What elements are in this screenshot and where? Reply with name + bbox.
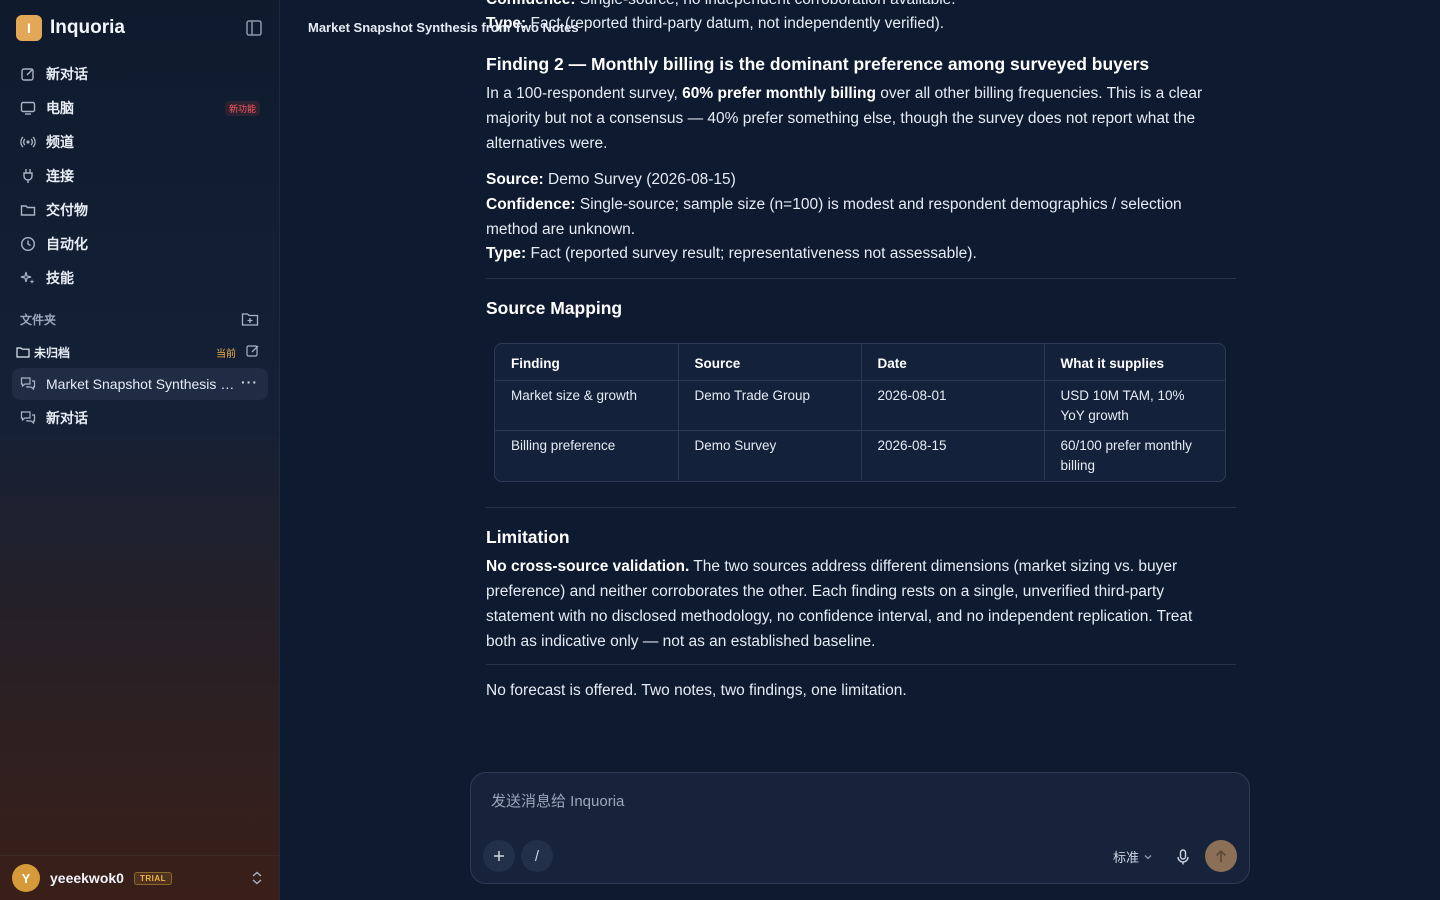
column-header: Finding <box>495 344 678 381</box>
source-mapping-table: Finding Source Date What it supplies Mar… <box>494 343 1226 482</box>
page-title: Market Snapshot Synthesis from Two Notes <box>308 20 579 35</box>
attach-button[interactable] <box>483 840 515 872</box>
table-cell: Demo Survey <box>677 430 861 480</box>
table-cell: 60/100 prefer monthly billing <box>1043 430 1225 480</box>
table-cell: Billing preference <box>495 430 678 480</box>
sidebar-item-label: 交付物 <box>46 202 88 218</box>
new-feature-badge: 新功能 <box>224 101 260 116</box>
message-input[interactable] <box>491 793 1191 810</box>
source-mapping-heading: Source Mapping <box>486 298 623 318</box>
sidebar-item-deliverables[interactable]: 交付物 <box>12 193 268 227</box>
slash-command-button[interactable]: / <box>521 840 553 872</box>
table-header-row: Finding Source Date What it supplies <box>495 344 1225 381</box>
brand[interactable]: I Inquoria <box>16 15 125 41</box>
sidebar-toggle-icon[interactable] <box>244 19 264 37</box>
divider <box>486 278 1236 279</box>
sidebar-item-label: 频道 <box>46 134 74 150</box>
type-label: Type: <box>486 245 527 262</box>
confidence-text: Single-source; sample size (n=100) is mo… <box>486 196 1182 238</box>
chevron-down-icon <box>1144 854 1152 859</box>
source-label: Source: <box>486 171 544 188</box>
current-folder-badge: 当前 <box>216 349 236 360</box>
sidebar-item-label: 自动化 <box>46 236 88 252</box>
mode-selector[interactable]: 标准 <box>1113 847 1153 866</box>
chat-bubbles-icon <box>20 377 36 391</box>
plan-badge: TRIAL <box>133 871 173 885</box>
sidebar-item-connections[interactable]: 连接 <box>12 159 268 193</box>
clock-icon <box>20 236 36 252</box>
plug-icon <box>23 169 33 183</box>
finding-2-text-start: In a 100-respondent survey, <box>486 85 683 102</box>
table-cell: Market size & growth <box>511 388 638 403</box>
microphone-icon[interactable] <box>1173 847 1193 867</box>
confidence-label: Confidence: <box>486 196 576 213</box>
folder-icon <box>16 347 30 358</box>
table-cell: 2026-08-15 <box>860 430 1044 480</box>
table-cell: 2026-08-01 <box>860 380 1044 431</box>
avatar: Y <box>12 864 40 892</box>
type-text: Fact (reported survey result; representa… <box>526 245 977 262</box>
confidence-text: Single-source; no independent corroborat… <box>576 0 956 8</box>
sidebar-item-label: 连接 <box>46 168 74 184</box>
arrow-up-icon <box>1215 849 1227 862</box>
finding-2-heading: Finding 2 — Monthly billing is the domin… <box>486 54 1150 74</box>
broadcast-icon <box>20 136 36 148</box>
table-row: Billing preference Demo Survey 2026-08-1… <box>495 430 1225 480</box>
table-row: Market size & growth Demo Trade Group 20… <box>495 380 1225 431</box>
sidebar: I Inquoria 新对话 电脑 新功能 频道 连接 交付物 自动化 技能 文… <box>0 0 280 900</box>
chevron-up-down-icon[interactable] <box>250 870 264 886</box>
divider <box>486 507 1236 508</box>
sidebar-item-new-chat[interactable]: 新对话 <box>12 57 268 91</box>
folders-section-title: 文件夹 <box>20 313 57 327</box>
sidebar-item-label: 电脑 <box>46 100 74 116</box>
column-header: What it supplies <box>1043 344 1225 381</box>
conversation-title: 新对话 <box>46 410 88 426</box>
plus-icon <box>494 851 504 861</box>
app-name: Inquoria <box>50 17 125 38</box>
table-cell: Demo Trade Group <box>677 380 861 431</box>
sidebar-nav: 新对话 电脑 新功能 频道 连接 交付物 自动化 技能 <box>12 57 268 295</box>
edit-icon[interactable] <box>246 344 260 358</box>
column-header: Source <box>677 344 861 381</box>
finding-2-highlight: 60% prefer monthly billing <box>682 85 876 102</box>
mode-label: 标准 <box>1113 850 1140 865</box>
limitation-lead: No cross-source validation. <box>486 558 690 575</box>
sidebar-item-computer[interactable]: 电脑 新功能 <box>12 91 268 125</box>
conversation-item-active[interactable]: Market Snapshot Synthesis from Two Notes… <box>12 368 268 400</box>
sidebar-item-automation[interactable]: 自动化 <box>12 227 268 261</box>
source-text: Demo Survey (2026-08-15) <box>543 171 736 188</box>
more-options-icon[interactable]: ··· <box>241 374 258 390</box>
finding-2-type: Type: Fact (reported survey result; repr… <box>486 241 1236 266</box>
limitation-heading: Limitation <box>486 527 570 547</box>
sidebar-item-label: 技能 <box>46 270 74 286</box>
folder-icon <box>20 205 36 216</box>
finding-2-source: Source: Demo Survey (2026-08-15) <box>486 167 1236 192</box>
send-button[interactable] <box>1205 840 1237 872</box>
finding-2-confidence: Confidence: Single-source; sample size (… <box>486 192 1236 242</box>
finding-2-paragraph: In a 100-respondent survey, 60% prefer m… <box>486 81 1236 156</box>
confidence-label: Confidence: <box>486 0 576 8</box>
chat-bubbles-icon <box>20 411 36 425</box>
message-composer: / 标准 <box>470 772 1250 884</box>
folder-unarchived[interactable]: 未归档 当前 <box>16 343 264 361</box>
new-folder-icon[interactable] <box>241 311 259 327</box>
divider <box>486 664 1236 665</box>
sidebar-item-label: 新对话 <box>46 66 88 82</box>
conversation-title: Market Snapshot Synthesis from Two Notes <box>46 376 236 392</box>
closing-line: No forecast is offered. Two notes, two f… <box>486 682 907 699</box>
conversation-item[interactable]: 新对话 <box>12 402 268 434</box>
column-header: Date <box>860 344 1044 381</box>
limitation-paragraph: No cross-source validation. The two sour… <box>486 554 1216 654</box>
table-cell: USD 10M TAM, 10% YoY growth <box>1043 380 1225 431</box>
user-account-bar[interactable]: Y yeeekwok0 TRIAL <box>0 855 280 900</box>
app-logo: I <box>16 15 42 41</box>
sidebar-item-channels[interactable]: 频道 <box>12 125 268 159</box>
new-chat-icon <box>21 68 34 81</box>
sidebar-item-skills[interactable]: 技能 <box>12 261 268 295</box>
user-name: yeeekwok0 <box>50 870 124 886</box>
monitor-icon <box>20 101 36 115</box>
folder-name: 未归档 <box>34 345 71 360</box>
type-text: Fact (reported third-party datum, not in… <box>526 15 945 32</box>
sparkle-icon <box>20 271 35 284</box>
